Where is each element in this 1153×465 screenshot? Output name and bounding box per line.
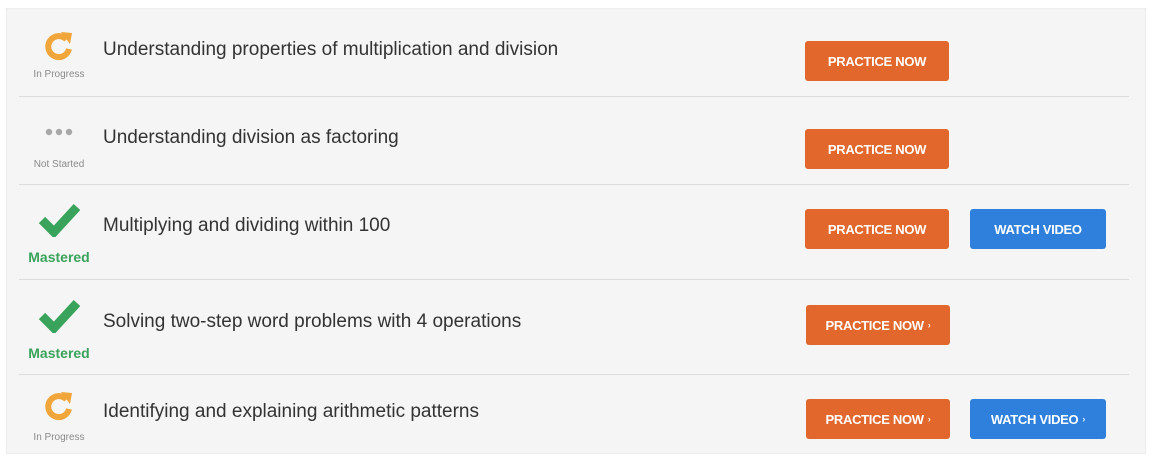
skill-title: Solving two-step word problems with 4 op…	[103, 311, 522, 332]
chevron-right-icon: ›	[927, 320, 931, 330]
skill-title: Understanding properties of multiplicati…	[103, 39, 559, 60]
skill-row: In Progress Understanding properties of …	[19, 25, 1145, 105]
skill-title: Understanding division as factoring	[103, 127, 399, 148]
skill-row: In Progress Identifying and explaining a…	[19, 385, 1145, 455]
status-not-started: Not Started	[19, 113, 99, 193]
skill-row: Mastered Solving two-step word problems …	[19, 291, 1145, 381]
checkmark-icon	[19, 297, 99, 333]
status-label: In Progress	[33, 432, 85, 443]
practice-now-button[interactable]: PRACTICE NOW ›	[806, 305, 950, 345]
three-dots-icon	[19, 127, 99, 137]
status-mastered: Mastered	[19, 291, 99, 371]
skill-title: Multiplying and dividing within 100	[103, 215, 391, 236]
practice-now-button[interactable]: PRACTICE NOW	[805, 209, 949, 249]
status-label: Mastered	[28, 249, 90, 265]
watch-video-label: WATCH VIDEO	[994, 221, 1082, 237]
skills-list: In Progress Understanding properties of …	[6, 8, 1146, 454]
refresh-arrow-icon	[19, 389, 99, 423]
divider	[19, 96, 1129, 97]
practice-now-label: PRACTICE NOW	[827, 141, 927, 157]
status-mastered: Mastered	[19, 195, 99, 275]
skill-row: Mastered Multiplying and dividing within…	[19, 195, 1145, 285]
skill-row: Not Started Understanding division as fa…	[19, 113, 1145, 193]
watch-video-button[interactable]: WATCH VIDEO ›	[970, 399, 1106, 439]
refresh-arrow-icon	[19, 29, 99, 63]
chevron-right-icon: ›	[1082, 414, 1086, 424]
chevron-right-icon: ›	[927, 414, 931, 424]
practice-now-button[interactable]: PRACTICE NOW	[805, 129, 949, 169]
watch-video-button[interactable]: WATCH VIDEO	[970, 209, 1106, 249]
divider	[19, 279, 1129, 280]
divider	[19, 184, 1129, 185]
practice-now-label: PRACTICE NOW	[825, 317, 925, 333]
practice-now-button[interactable]: PRACTICE NOW	[805, 41, 949, 81]
practice-now-label: PRACTICE NOW	[827, 221, 927, 237]
status-label: Mastered	[28, 345, 90, 361]
watch-video-label: WATCH VIDEO	[990, 411, 1079, 427]
status-label: In Progress	[33, 69, 85, 80]
status-label: Not Started	[33, 159, 85, 170]
practice-now-button[interactable]: PRACTICE NOW ›	[806, 399, 950, 439]
checkmark-icon	[19, 201, 99, 237]
status-in-progress: In Progress	[19, 385, 99, 465]
skill-title: Identifying and explaining arithmetic pa…	[103, 401, 480, 422]
status-in-progress: In Progress	[19, 25, 99, 105]
practice-now-label: PRACTICE NOW	[827, 53, 927, 69]
divider	[19, 374, 1129, 375]
practice-now-label: PRACTICE NOW	[825, 411, 925, 427]
